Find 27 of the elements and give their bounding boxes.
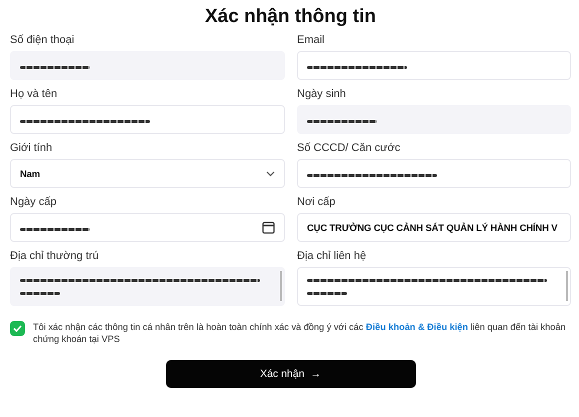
checkbox[interactable] bbox=[10, 321, 25, 336]
field-label: Giới tính bbox=[10, 142, 54, 154]
field-label: Ngày sinh bbox=[297, 88, 347, 100]
input-field[interactable] bbox=[297, 159, 571, 188]
field-label: Số điện thoại bbox=[10, 34, 76, 46]
input-field[interactable] bbox=[10, 105, 285, 134]
field-label: Địa chỉ liên hệ bbox=[297, 250, 368, 262]
input-field[interactable] bbox=[297, 51, 571, 80]
field-label: Họ và tên bbox=[10, 88, 58, 100]
field-label: Email bbox=[297, 34, 326, 46]
form-title: Xác nhận thông tin bbox=[204, 6, 377, 28]
field-label: Số CCCD/ Căn cước bbox=[297, 142, 402, 154]
chevron-down-icon bbox=[266, 170, 275, 176]
field-label: Nơi cấp bbox=[297, 196, 336, 208]
date-field[interactable] bbox=[10, 213, 285, 242]
consent-text: Tôi xác nhận các thông tin cá nhân trên là hoàn toàn chính xác và đồng ý với các Điều khoản & Điều kiện liên quan đến tài khoản chứng khoán tại VPS bbox=[33, 321, 567, 345]
gender-select[interactable]: Nam bbox=[10, 159, 285, 188]
address-field[interactable] bbox=[297, 267, 571, 306]
check-icon bbox=[13, 325, 22, 332]
input-field[interactable]: CỤC TRƯỞNG CỤC CẢNH SÁT QUẢN LÝ HÀNH CHÍNH V bbox=[297, 213, 571, 242]
field-label: Địa chỉ thường trú bbox=[10, 250, 100, 262]
arrow-icon: → bbox=[310, 368, 321, 380]
terms-link[interactable]: Điều khoản & Điều kiện bbox=[366, 322, 468, 332]
calendar-icon[interactable] bbox=[262, 221, 275, 234]
confirm-button[interactable]: Xác nhận → bbox=[166, 360, 416, 388]
scrollbar[interactable] bbox=[566, 271, 568, 301]
field-label: Ngày cấp bbox=[10, 196, 58, 208]
